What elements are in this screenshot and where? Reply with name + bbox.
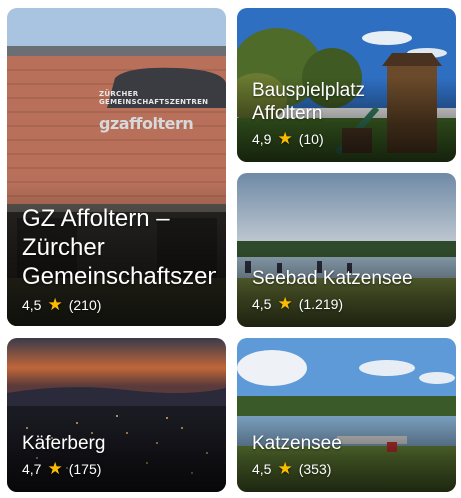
place-card-seebad-katzensee[interactable]: Seebad Katzensee 4,5 ★ (1.219) — [237, 173, 456, 327]
review-count: (353) — [298, 461, 332, 477]
card-info: Bauspielplatz Affoltern 4,9 ★ (10) — [252, 79, 446, 147]
star-icon: ★ — [47, 295, 63, 314]
star-icon: ★ — [47, 459, 63, 478]
place-card-katzensee[interactable]: Katzensee 4,5 ★ (353) — [237, 338, 456, 492]
card-info: GZ Affoltern – Zürcher Gemeinschaftszent… — [22, 204, 216, 313]
rating-row: 4,7 ★ (175) — [22, 459, 216, 478]
building-logo: gzaffoltern — [99, 114, 194, 133]
review-count: (1.219) — [298, 296, 344, 312]
card-info: Katzensee 4,5 ★ (353) — [252, 432, 446, 477]
place-title: Seebad Katzensee — [252, 268, 413, 289]
rating-value: 4,5 — [252, 296, 272, 312]
sign-line-1: ZÜRCHER — [99, 90, 139, 98]
place-card-kaeferberg[interactable]: Käferberg 4,7 ★ (175) — [7, 338, 226, 492]
review-count: (210) — [68, 297, 102, 313]
rating-value: 4,5 — [22, 297, 42, 313]
star-icon: ★ — [277, 294, 293, 313]
star-icon: ★ — [277, 459, 293, 478]
rating-row: 4,5 ★ (353) — [252, 459, 446, 478]
rating-row: 4,5 ★ (210) — [22, 295, 216, 314]
place-title: Käferberg — [22, 433, 106, 454]
place-title: GZ Affoltern – Zürcher Gemeinschaftszent… — [22, 205, 216, 290]
review-count: (175) — [68, 461, 102, 477]
rating-value: 4,9 — [252, 131, 272, 147]
rating-row: 4,9 ★ (10) — [252, 129, 446, 148]
review-count: (10) — [298, 131, 324, 147]
card-info: Käferberg 4,7 ★ (175) — [22, 432, 216, 477]
card-info: Seebad Katzensee 4,5 ★ (1.219) — [252, 267, 446, 312]
rating-row: 4,5 ★ (1.219) — [252, 294, 446, 313]
place-card-gz-affoltern[interactable]: ZÜRCHER GEMEINSCHAFTSZENTREN gzaffoltern… — [7, 8, 226, 326]
place-title: Bauspielplatz Affoltern — [252, 80, 366, 124]
sign-line-2: GEMEINSCHAFTSZENTREN — [99, 98, 209, 106]
place-card-bauspielplatz-affoltern[interactable]: Bauspielplatz Affoltern 4,9 ★ (10) — [237, 8, 456, 162]
place-title: Katzensee — [252, 433, 342, 454]
star-icon: ★ — [277, 129, 293, 148]
building-sign: ZÜRCHER GEMEINSCHAFTSZENTREN — [99, 90, 208, 106]
rating-value: 4,7 — [22, 461, 42, 477]
rating-value: 4,5 — [252, 461, 272, 477]
